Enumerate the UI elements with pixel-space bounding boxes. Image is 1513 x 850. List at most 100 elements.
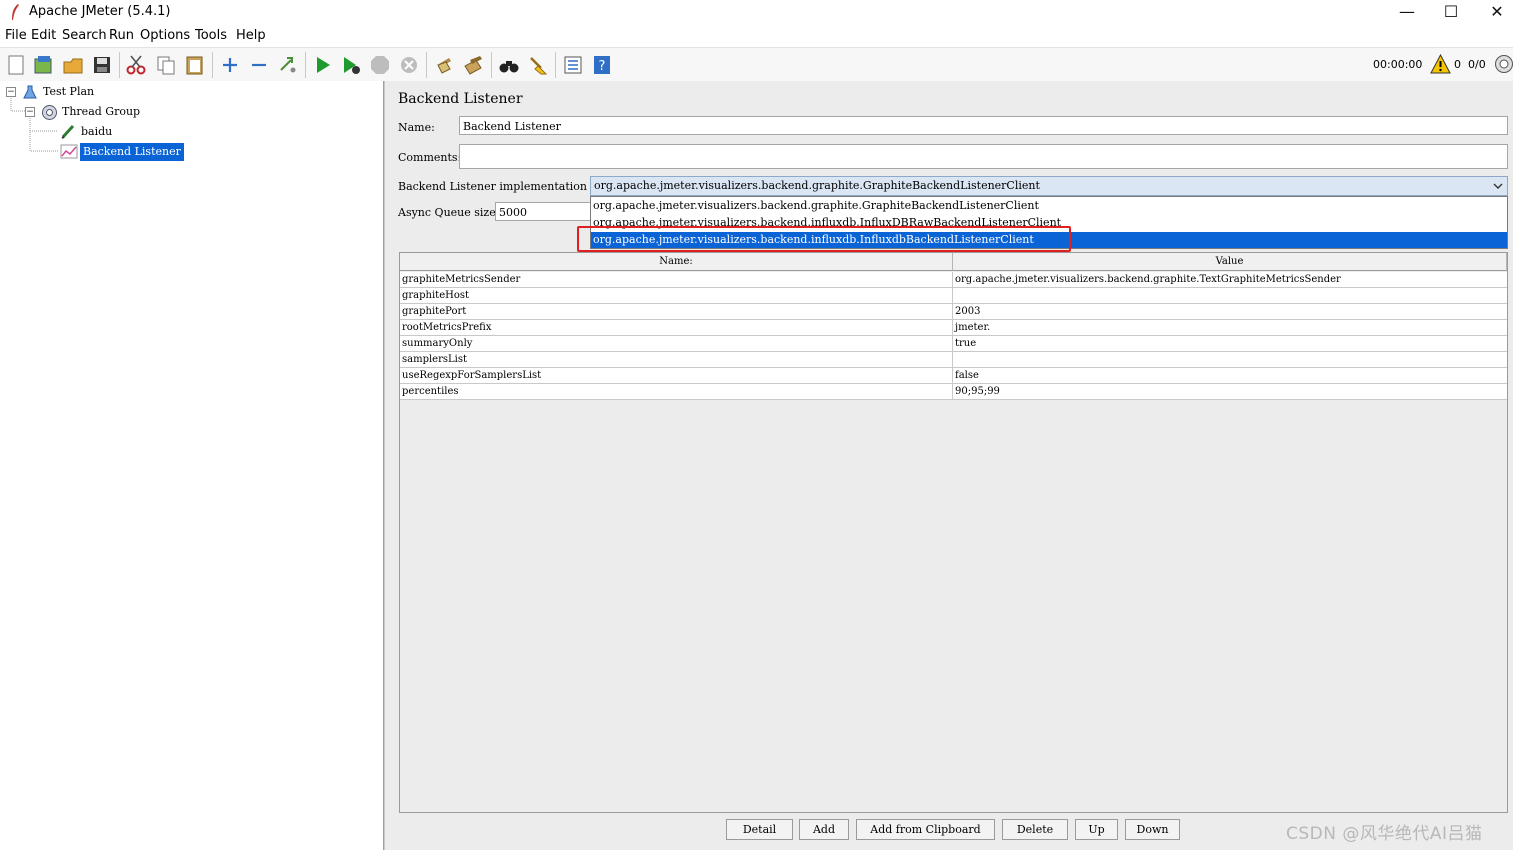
annotation-highlight-box xyxy=(577,226,1071,252)
test-plan-icon xyxy=(23,85,37,99)
status-indicator-icon xyxy=(1495,55,1513,73)
name-field[interactable]: Backend Listener xyxy=(459,116,1508,135)
menu-file[interactable]: File xyxy=(5,28,27,43)
open-icon[interactable] xyxy=(62,54,84,76)
up-button[interactable]: Up xyxy=(1075,819,1118,840)
column-header-name[interactable]: Name: xyxy=(400,253,953,271)
function-helper-icon[interactable] xyxy=(562,54,584,76)
table-cell-name[interactable]: useRegexpForSamplersList xyxy=(400,368,953,383)
search-icon[interactable] xyxy=(498,54,520,76)
paste-icon[interactable] xyxy=(184,54,206,76)
clear-all-icon[interactable] xyxy=(462,54,484,76)
title-bar: Apache JMeter (5.4.1) — ☐ ✕ xyxy=(0,0,1513,26)
clear-icon[interactable] xyxy=(433,54,455,76)
start-icon[interactable] xyxy=(312,54,334,76)
toolbar: ? 00:00:00 0 0/0 xyxy=(0,47,1513,83)
close-button[interactable]: ✕ xyxy=(1477,2,1513,24)
menu-tools[interactable]: Tools xyxy=(195,28,227,43)
table-row[interactable]: summaryOnly true xyxy=(400,336,1507,352)
comments-field[interactable] xyxy=(459,144,1508,169)
table-cell-name[interactable]: percentiles xyxy=(400,384,953,399)
detail-button[interactable]: Detail xyxy=(726,819,793,840)
menu-run[interactable]: Run xyxy=(109,28,134,43)
cut-icon[interactable] xyxy=(125,54,147,76)
table-row[interactable]: graphiteHost xyxy=(400,288,1507,304)
table-cell-name[interactable]: graphitePort xyxy=(400,304,953,319)
elapsed-timer: 00:00:00 xyxy=(1373,58,1423,71)
shutdown-icon[interactable] xyxy=(398,54,420,76)
parameters-table: Name: Value graphiteMetricsSender org.apa… xyxy=(399,252,1508,813)
delete-button[interactable]: Delete xyxy=(1002,819,1068,840)
tree-expander-test-plan[interactable]: − xyxy=(6,87,16,97)
tree-expander-thread-group[interactable]: − xyxy=(25,107,35,117)
sampler-icon xyxy=(61,124,75,139)
menu-bar: File Edit Search Run Options Tools Help xyxy=(0,26,1513,46)
watermark: CSDN @风华绝代AI吕猫 xyxy=(1286,824,1483,844)
warning-count: 0 xyxy=(1454,58,1461,71)
start-no-pause-icon[interactable] xyxy=(340,54,362,76)
tree-item-thread-group[interactable]: Thread Group xyxy=(62,103,140,121)
panel-title: Backend Listener xyxy=(398,91,523,107)
table-cell-name[interactable]: samplersList xyxy=(400,352,953,367)
table-cell-name[interactable]: graphiteMetricsSender xyxy=(400,272,953,287)
stop-icon[interactable] xyxy=(369,54,391,76)
queue-size-field[interactable]: 5000 xyxy=(495,202,591,221)
table-cell-value[interactable]: false xyxy=(953,368,1507,383)
table-cell-name[interactable]: graphiteHost xyxy=(400,288,953,303)
table-row[interactable]: samplersList xyxy=(400,352,1507,368)
table-row[interactable]: graphiteMetricsSender org.apache.jmeter.v… xyxy=(400,272,1507,288)
impl-label: Backend Listener implementation xyxy=(398,180,588,193)
impl-selected-value: org.apache.jmeter.visualizers.backend.gr… xyxy=(594,179,1040,192)
menu-help[interactable]: Help xyxy=(236,28,266,43)
impl-combobox[interactable]: org.apache.jmeter.visualizers.backend.gr… xyxy=(590,176,1508,196)
table-cell-value[interactable]: true xyxy=(953,336,1507,351)
comments-label: Comments: xyxy=(398,151,462,164)
tree-item-backend-listener[interactable]: Backend Listener xyxy=(80,143,184,161)
backend-listener-panel: Backend Listener Name: Backend Listener … xyxy=(389,81,1513,850)
window-title: Apache JMeter (5.4.1) xyxy=(29,4,171,19)
tree-item-test-plan[interactable]: Test Plan xyxy=(43,83,94,101)
listener-icon xyxy=(60,144,78,159)
save-icon[interactable] xyxy=(91,54,113,76)
toggle-icon[interactable] xyxy=(277,54,299,76)
impl-option-graphite[interactable]: org.apache.jmeter.visualizers.backend.gr… xyxy=(593,198,1039,214)
maximize-button[interactable]: ☐ xyxy=(1431,2,1471,24)
table-cell-value[interactable]: 2003 xyxy=(953,304,1507,319)
menu-options[interactable]: Options xyxy=(140,28,190,43)
table-cell-value[interactable] xyxy=(953,352,1507,367)
active-threads: 0/0 xyxy=(1468,58,1486,71)
down-button[interactable]: Down xyxy=(1125,819,1180,840)
table-row[interactable]: useRegexpForSamplersList false xyxy=(400,368,1507,384)
warning-icon[interactable] xyxy=(1430,54,1451,74)
column-header-value[interactable]: Value xyxy=(953,253,1507,271)
menu-edit[interactable]: Edit xyxy=(31,28,56,43)
help-icon[interactable]: ? xyxy=(591,54,613,76)
table-row[interactable]: percentiles 90;95;99 xyxy=(400,384,1507,400)
thread-group-icon xyxy=(42,105,57,120)
table-cell-name[interactable]: summaryOnly xyxy=(400,336,953,351)
add-from-clipboard-button[interactable]: Add from Clipboard xyxy=(856,819,995,840)
expand-icon[interactable] xyxy=(219,54,241,76)
templates-icon[interactable] xyxy=(32,54,54,76)
test-plan-tree: − Test Plan − Thread Group baidu Backend… xyxy=(0,81,384,850)
table-row[interactable]: rootMetricsPrefix jmeter. xyxy=(400,320,1507,336)
copy-icon[interactable] xyxy=(155,54,177,76)
table-cell-name[interactable]: rootMetricsPrefix xyxy=(400,320,953,335)
name-label: Name: xyxy=(398,121,435,134)
reset-search-icon[interactable] xyxy=(527,54,549,76)
svg-text:?: ? xyxy=(599,59,606,74)
menu-search[interactable]: Search xyxy=(62,28,107,43)
new-icon[interactable] xyxy=(5,54,27,76)
chevron-down-icon[interactable] xyxy=(1493,182,1503,190)
jmeter-feather-icon xyxy=(12,4,19,20)
table-cell-value[interactable]: org.apache.jmeter.visualizers.backend.gr… xyxy=(953,272,1507,287)
collapse-icon[interactable] xyxy=(248,54,270,76)
queue-size-label: Async Queue size xyxy=(398,206,496,219)
tree-item-baidu[interactable]: baidu xyxy=(81,123,112,141)
table-row[interactable]: graphitePort 2003 xyxy=(400,304,1507,320)
minimize-button[interactable]: — xyxy=(1387,2,1427,24)
add-button[interactable]: Add xyxy=(799,819,849,840)
table-cell-value[interactable]: jmeter. xyxy=(953,320,1507,335)
table-cell-value[interactable] xyxy=(953,288,1507,303)
table-cell-value[interactable]: 90;95;99 xyxy=(953,384,1507,399)
